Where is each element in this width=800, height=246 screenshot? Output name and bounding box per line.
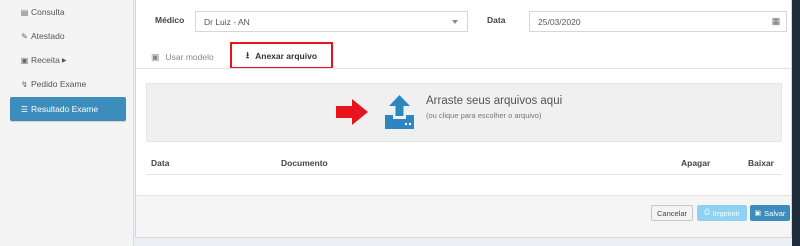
sidebar-item-resultado-exame[interactable]: ☰ Resultado Exame [10,97,126,121]
window-edge [792,0,800,246]
file-icon: ▣ [151,51,160,62]
column-header-documento: Documento [281,158,328,168]
edit-icon: ✎ [21,31,28,41]
save-icon: ▣ [754,210,762,217]
tab-label: Anexar arquivo [255,50,318,61]
arrow-right-icon [336,99,368,125]
dropzone-title: Arraste seus arquivos aqui [426,95,563,107]
tab-usar-modelo[interactable]: ▣ Usar modelo [151,49,214,65]
main-panel: Médico Dr Luiz - AN Data 25/03/2020 ▦ ▣ … [135,0,792,238]
data-label: Data [487,15,506,25]
sidebar-item-consulta[interactable]: ▤ Consulta [10,0,126,24]
medico-select-value: Dr Luiz - AN [204,16,250,27]
sidebar-item-label: Resultado Exame [31,104,99,114]
column-header-baixar: Baixar [748,158,774,168]
clipboard-icon: ▤ [20,7,29,17]
date-field[interactable]: 25/03/2020 ▦ [529,11,787,32]
sidebar: ▤ Consulta ✎ Atestado ▣ Receita ▶ ↯ Pedi… [0,0,134,246]
dropzone-subtitle: (ou clique para escolher o arquivo) [426,111,542,120]
sidebar-item-label: Atestado [31,31,65,41]
list-icon: ☰ [20,104,29,114]
column-header-data: Data [151,158,170,168]
sidebar-item-label: Consulta [31,7,65,17]
sidebar-item-atestado[interactable]: ✎ Atestado [10,24,126,48]
sidebar-item-label: Receita [31,55,60,65]
caret-right-icon: ▶ [61,57,67,64]
chevron-down-icon [452,20,458,24]
cancel-button-label: Cancelar [656,208,687,218]
tab-anexar-arquivo[interactable]: ⭳ Anexar arquivo [230,42,333,69]
save-button[interactable]: ▣ Salvar [750,205,790,221]
print-button-label: Imprimir [712,208,740,218]
sidebar-item-label: Pedido Exame [31,79,87,89]
stethoscope-icon: ↯ [21,79,28,89]
sidebar-item-pedido-exame[interactable]: ↯ Pedido Exame [10,72,126,96]
panel-footer: Cancelar ⎙ Imprimir ▣ Salvar [136,195,791,237]
briefcase-icon: ▣ [20,55,29,65]
upload-icon: ⭳ [245,49,250,60]
column-header-apagar: Apagar [681,158,711,168]
table-divider [146,174,782,175]
print-button[interactable]: ⎙ Imprimir [697,205,747,221]
file-dropzone[interactable]: Arraste seus arquivos aqui (ou clique pa… [146,83,782,142]
cloud-upload-icon [385,95,414,129]
calendar-icon[interactable]: ▦ [766,12,786,31]
cancel-button[interactable]: Cancelar [651,205,693,221]
medico-label: Médico [155,15,185,25]
sidebar-item-receita[interactable]: ▣ Receita ▶ [10,48,126,72]
date-field-value: 25/03/2020 [538,16,581,27]
medico-select[interactable]: Dr Luiz - AN [195,11,468,32]
save-button-label: Salvar [764,208,786,218]
tab-label: Usar modelo [165,52,214,62]
tab-divider [136,68,791,69]
print-icon: ⎙ [704,209,710,216]
